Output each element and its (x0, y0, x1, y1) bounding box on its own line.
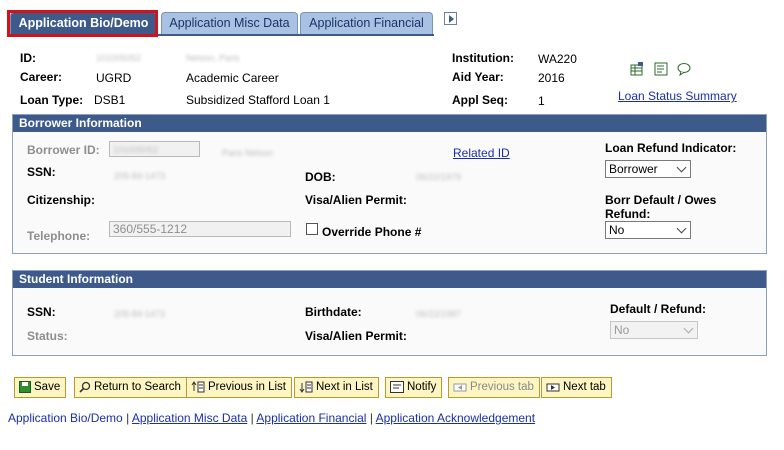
telephone-value: 360/555-1212 (113, 222, 188, 236)
borrower-name: Paris Nelson (222, 148, 274, 158)
loan-type-label: Loan Type: (20, 93, 84, 107)
previous-tab-icon (453, 383, 467, 392)
chevron-down-icon (676, 162, 687, 173)
borrower-id-field[interactable]: 101005052 (109, 141, 200, 157)
loan-type-description: Subsidized Stafford Loan 1 (186, 93, 330, 107)
borr-default-label: Borr Default / Owes (605, 193, 717, 207)
appl-seq-value: 1 (538, 94, 545, 108)
career-value: UGRD (96, 71, 132, 85)
borr-default-value: No (609, 223, 625, 237)
citizenship-label: Citizenship: (27, 193, 95, 207)
notes-icon[interactable] (654, 62, 668, 76)
institution-label: Institution: (452, 51, 514, 65)
notify-button[interactable]: Notify (385, 377, 443, 398)
institution-value: WA220 (538, 52, 577, 66)
career-description: Academic Career (186, 71, 279, 85)
borr-default-select[interactable]: No (605, 221, 691, 239)
loan-type-value: DSB1 (94, 93, 126, 107)
appl-seq-label: Appl Seq: (452, 93, 508, 107)
default-refund-value: No (614, 323, 630, 337)
footer-separator: | (369, 411, 373, 425)
previous-tab-label: Previous tab (470, 381, 534, 393)
loan-refund-indicator-label: Loan Refund Indicator: (605, 141, 737, 155)
borrower-ssn-value: 205-84-1473 (114, 171, 166, 181)
grid-icon[interactable] (630, 62, 644, 76)
telephone-label: Telephone: (27, 229, 91, 243)
loan-status-summary-link[interactable]: Loan Status Summary (618, 89, 737, 103)
related-id-link[interactable]: Related ID (453, 146, 510, 160)
dob-label: DOB: (305, 170, 336, 184)
telephone-field[interactable]: 360/555-1212 (109, 221, 291, 237)
footer-link-financial[interactable]: Application Financial (256, 411, 366, 425)
next-tab-icon (546, 383, 560, 392)
career-label: Career: (20, 70, 63, 84)
next-tabs-arrow-icon[interactable] (444, 12, 457, 25)
student-ssn-label: SSN: (27, 305, 56, 319)
next-in-list-icon (299, 381, 313, 393)
borrower-ssn-label: SSN: (27, 165, 56, 179)
id-label: ID: (20, 51, 36, 65)
override-phone-label: Override Phone # (322, 225, 422, 239)
next-tab-label: Next tab (563, 381, 606, 393)
footer-links: Application Bio/Demo | Application Misc … (8, 411, 535, 425)
tab-application-financial[interactable]: Application Financial (300, 12, 433, 34)
footer-link-bio-demo[interactable]: Application Bio/Demo (8, 411, 123, 425)
id-value: 101005052 (96, 53, 142, 63)
previous-in-list-icon (191, 381, 205, 393)
previous-in-list-label: Previous in List (208, 381, 286, 393)
loan-refund-indicator-select[interactable]: Borrower (605, 160, 691, 178)
footer-separator: | (250, 411, 254, 425)
student-visa-label: Visa/Alien Permit: (305, 329, 407, 343)
previous-in-list-button[interactable]: Previous in List (186, 377, 292, 398)
borrower-information-title: Borrower Information (13, 115, 766, 132)
save-icon (19, 380, 31, 393)
student-information-title: Student Information (13, 271, 766, 288)
birthdate-value: 06/22/1987 (416, 309, 462, 319)
student-status-label: Status: (27, 329, 68, 343)
tab-application-misc-data[interactable]: Application Misc Data (161, 12, 298, 34)
birthdate-label: Birthdate: (305, 305, 362, 319)
borrower-visa-label: Visa/Alien Permit: (305, 193, 407, 207)
comment-icon[interactable] (677, 62, 691, 76)
previous-tab-button[interactable]: Previous tab (448, 377, 540, 398)
student-name: Nelson, Paris (186, 53, 240, 63)
next-in-list-label: Next in List (316, 381, 373, 393)
default-refund-select[interactable]: No (610, 321, 698, 339)
search-icon (79, 381, 91, 393)
return-to-search-label: Return to Search (94, 381, 181, 393)
return-to-search-button[interactable]: Return to Search (74, 377, 187, 398)
footer-link-acknowledgement[interactable]: Application Acknowledgement (376, 411, 535, 425)
footer-link-misc-data[interactable]: Application Misc Data (132, 411, 247, 425)
aid-year-label: Aid Year: (452, 70, 504, 84)
student-ssn-value: 205-84-1473 (114, 309, 166, 319)
dob-value: 06/22/1979 (416, 172, 462, 182)
chevron-down-icon (683, 323, 694, 334)
notify-icon (390, 380, 404, 393)
active-tab-highlight (7, 10, 158, 37)
borr-default-label-line2: Refund: (605, 207, 651, 221)
override-phone-checkbox[interactable] (306, 223, 318, 235)
next-tab-button[interactable]: Next tab (541, 377, 612, 398)
chevron-down-icon (676, 223, 687, 234)
notify-label: Notify (407, 381, 437, 393)
aid-year-value: 2016 (538, 71, 565, 85)
borrower-id-value: 101005052 (113, 145, 159, 155)
loan-refund-indicator-value: Borrower (609, 162, 658, 176)
save-button[interactable]: Save (14, 377, 67, 398)
next-in-list-button[interactable]: Next in List (294, 377, 379, 398)
borrower-id-label: Borrower ID: (27, 143, 100, 157)
default-refund-label: Default / Refund: (610, 302, 706, 316)
footer-separator: | (126, 411, 130, 425)
save-label: Save (34, 381, 61, 393)
